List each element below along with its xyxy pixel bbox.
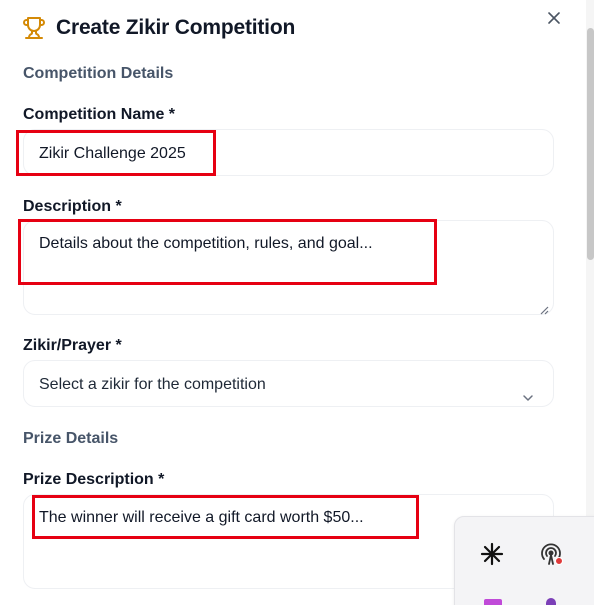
dialog-title: Create Zikir Competition <box>56 16 296 39</box>
trophy-icon <box>22 16 46 40</box>
broadcast-icon[interactable] <box>537 540 563 566</box>
dialog-header: Create Zikir Competition <box>22 16 295 40</box>
prize-description-placeholder: The winner will receive a gift card wort… <box>39 509 364 526</box>
app-icon-partial <box>484 599 502 605</box>
zikir-select[interactable]: Select a zikir for the competition <box>23 360 554 407</box>
description-textarea[interactable]: Details about the competition, rules, an… <box>23 220 554 315</box>
scrollbar-thumb[interactable] <box>587 28 594 260</box>
competition-name-label: Competition Name * <box>23 106 176 123</box>
section-competition-details: Competition Details <box>23 65 174 82</box>
prize-description-label: Prize Description * <box>23 471 165 488</box>
zikir-label: Zikir/Prayer * <box>23 337 122 354</box>
app-icon-partial-2 <box>546 598 556 605</box>
chevron-down-icon <box>521 377 535 401</box>
competition-name-input[interactable]: Zikir Challenge 2025 <box>23 129 554 176</box>
zikir-select-value: Select a zikir for the competition <box>39 376 266 393</box>
resize-handle-icon[interactable] <box>539 300 549 315</box>
floating-toolbar <box>454 516 594 605</box>
sparkle-icon[interactable] <box>479 541 505 567</box>
create-competition-dialog: Create Zikir Competition Competition Det… <box>0 0 594 605</box>
description-label: Description * <box>23 198 122 215</box>
description-placeholder: Details about the competition, rules, an… <box>39 235 373 252</box>
section-prize-details: Prize Details <box>23 430 119 447</box>
close-icon[interactable] <box>544 8 564 28</box>
